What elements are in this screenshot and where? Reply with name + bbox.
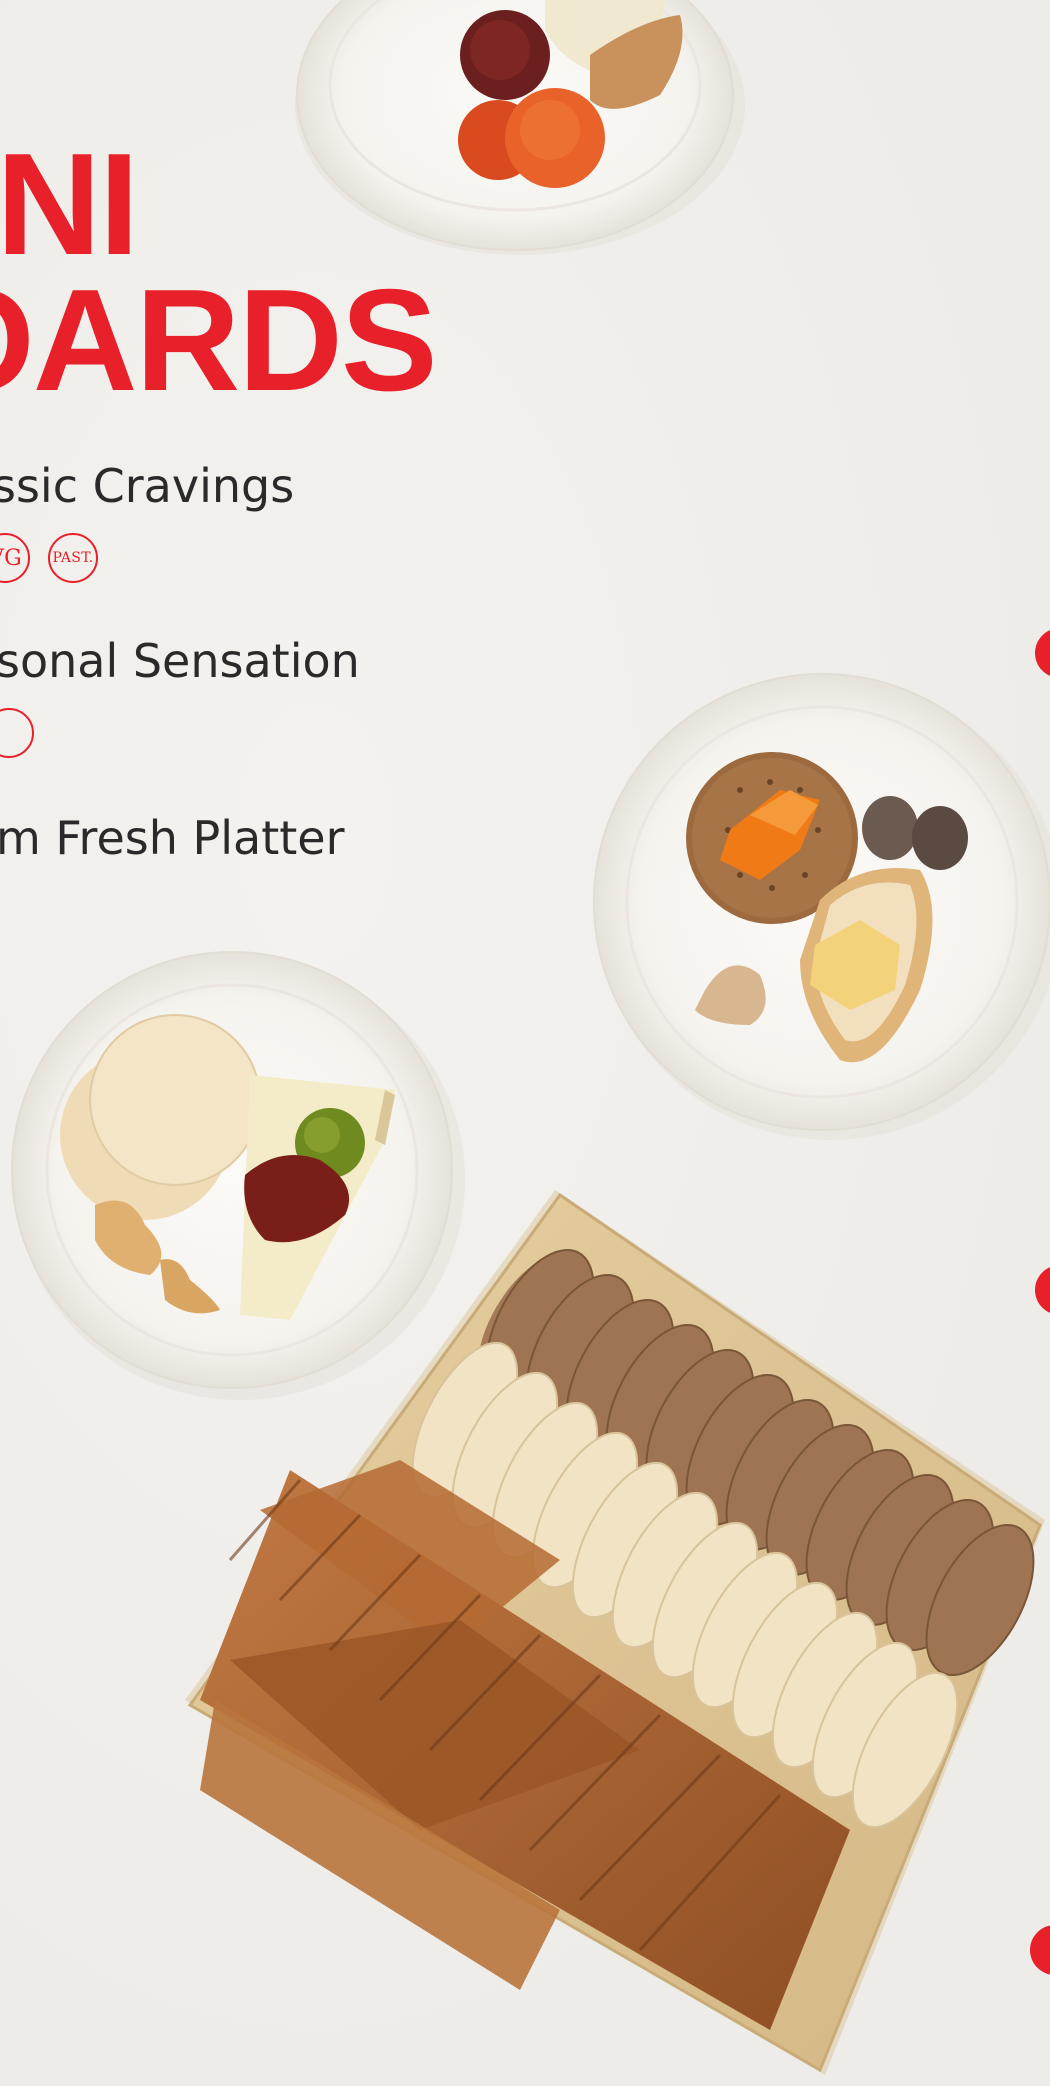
menu-page: INI OARDS ssic Cravings VG PAST. sonal S…: [0, 0, 1050, 2086]
menu-item-farm-fresh-platter: m Fresh Platter: [0, 811, 345, 865]
left-plate: [11, 951, 465, 1400]
right-plate: [593, 673, 1050, 1140]
top-plate: [295, 0, 745, 255]
badge-past: PAST.: [48, 533, 98, 583]
page-title-line-1: INI: [0, 123, 139, 285]
menu-item-classic-cravings: ssic Cravings: [0, 459, 295, 513]
menu-item-seasonal-sensation: sonal Sensation: [0, 634, 360, 688]
page-title-line-2: OARDS: [0, 259, 438, 421]
